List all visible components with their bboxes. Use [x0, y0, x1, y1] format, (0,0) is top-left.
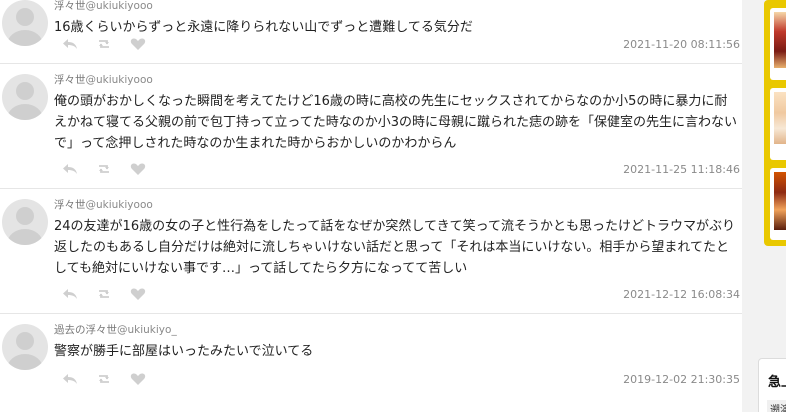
like-icon[interactable]: [130, 372, 146, 386]
like-icon[interactable]: [130, 287, 146, 301]
page: 浮々世@ukiukiyooo 16歳くらいからずっと永遠に降りられない山でずっと…: [0, 0, 786, 412]
like-icon[interactable]: [130, 162, 146, 176]
tweet-author[interactable]: 浮々世@ukiukiyooo: [54, 72, 153, 87]
sidebar-ad-thumbnail[interactable]: [770, 8, 786, 80]
tweet-timestamp[interactable]: 2021-11-20 08:11:56: [623, 38, 740, 51]
avatar[interactable]: [2, 0, 48, 46]
author-name: 浮々世: [54, 74, 86, 86]
tweet-item: 浮々世@ukiukiyooo 24の友達が16歳の女の子と性行為をしたって話をな…: [0, 189, 742, 314]
reply-icon[interactable]: [62, 287, 78, 301]
author-handle: @ukiukiyooo: [85, 199, 153, 211]
tweet-timestamp[interactable]: 2021-12-12 16:08:34: [623, 288, 740, 301]
sidebar-heading: 急上: [768, 375, 786, 390]
tweet-actions: [62, 372, 146, 386]
retweet-icon[interactable]: [96, 162, 112, 176]
reply-icon[interactable]: [62, 37, 78, 51]
sidebar-trending-box: 急上 遡演: [758, 358, 786, 412]
tweet-timestamp[interactable]: 2019-12-02 21:30:35: [623, 373, 740, 386]
tweet-author[interactable]: 浮々世@ukiukiyooo: [54, 0, 153, 13]
tweet-actions: [62, 287, 146, 301]
tweet-item: 過去の浮々世@ukiukiyo_ 警察が勝手に部屋はいったみたいで泣いてる 20…: [0, 314, 742, 412]
tweet-text: 俺の頭がおかしくなった瞬間を考えてたけど16歳の時に高校の先生にセックスされてか…: [54, 94, 737, 151]
reply-icon[interactable]: [62, 162, 78, 176]
like-icon[interactable]: [130, 37, 146, 51]
tweet-item: 浮々世@ukiukiyooo 俺の頭がおかしくなった瞬間を考えてたけど16歳の時…: [0, 64, 742, 189]
retweet-icon[interactable]: [96, 37, 112, 51]
tweet-timestamp[interactable]: 2021-11-25 11:18:46: [623, 163, 740, 176]
sidebar-tag[interactable]: 遡演: [767, 400, 786, 412]
author-handle: @ukiukiyooo: [85, 74, 153, 86]
tweet-actions: [62, 37, 146, 51]
retweet-icon[interactable]: [96, 372, 112, 386]
tweet-text: 警察が勝手に部屋はいったみたいで泣いてる: [54, 344, 314, 359]
sidebar-ad-thumbnail[interactable]: [770, 88, 786, 160]
tweet-author[interactable]: 過去の浮々世@ukiukiyo_: [54, 322, 177, 337]
author-handle: @ukiukiyo_: [117, 324, 177, 336]
author-handle: @ukiukiyooo: [85, 0, 153, 12]
tweet-text: 24の友達が16歳の女の子と性行為をしたって話をなぜか突然してきて笑って流そうか…: [54, 219, 736, 276]
tweet-author[interactable]: 浮々世@ukiukiyooo: [54, 197, 153, 212]
author-name: 浮々世: [54, 0, 86, 12]
tweet-feed: 浮々世@ukiukiyooo 16歳くらいからずっと永遠に降りられない山でずっと…: [0, 0, 742, 412]
sidebar-ad-thumbnail[interactable]: [770, 168, 786, 240]
tweet-item: 浮々世@ukiukiyooo 16歳くらいからずっと永遠に降りられない山でずっと…: [0, 0, 742, 64]
retweet-icon[interactable]: [96, 287, 112, 301]
avatar[interactable]: [2, 324, 48, 370]
reply-icon[interactable]: [62, 372, 78, 386]
tweet-text: 16歳くらいからずっと永遠に降りられない山でずっと遭難してる気分だ: [54, 20, 473, 35]
avatar[interactable]: [2, 74, 48, 120]
author-name: 浮々世: [54, 199, 86, 211]
author-name: 過去の浮々世: [54, 324, 117, 336]
avatar[interactable]: [2, 199, 48, 245]
tweet-actions: [62, 162, 146, 176]
